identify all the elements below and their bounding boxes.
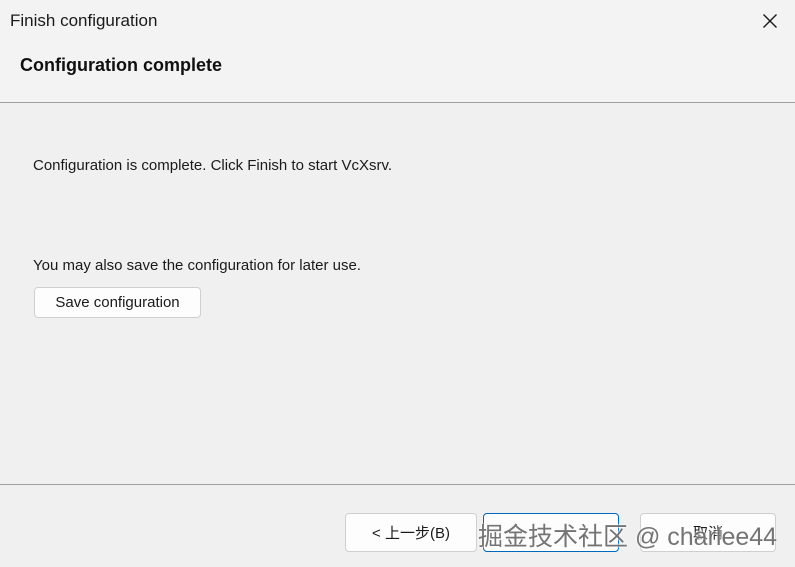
title-bar: Finish configuration [0, 0, 795, 44]
header-divider [0, 102, 795, 103]
save-message: You may also save the configuration for … [33, 257, 361, 274]
footer-divider [0, 484, 795, 485]
close-icon [763, 14, 777, 28]
save-configuration-button[interactable]: Save configuration [34, 287, 201, 318]
page-heading: Configuration complete [20, 55, 222, 75]
complete-message: Configuration is complete. Click Finish … [33, 157, 393, 174]
dialog-window: Finish configuration Configuration compl… [0, 0, 795, 567]
finish-button[interactable] [483, 513, 619, 552]
back-button[interactable]: < 上一步(B) [345, 513, 477, 552]
window-title: Finish configuration [10, 11, 158, 30]
cancel-button[interactable]: 取消 [640, 513, 776, 552]
close-button[interactable] [755, 6, 785, 36]
wizard-header: Configuration complete [0, 44, 795, 102]
